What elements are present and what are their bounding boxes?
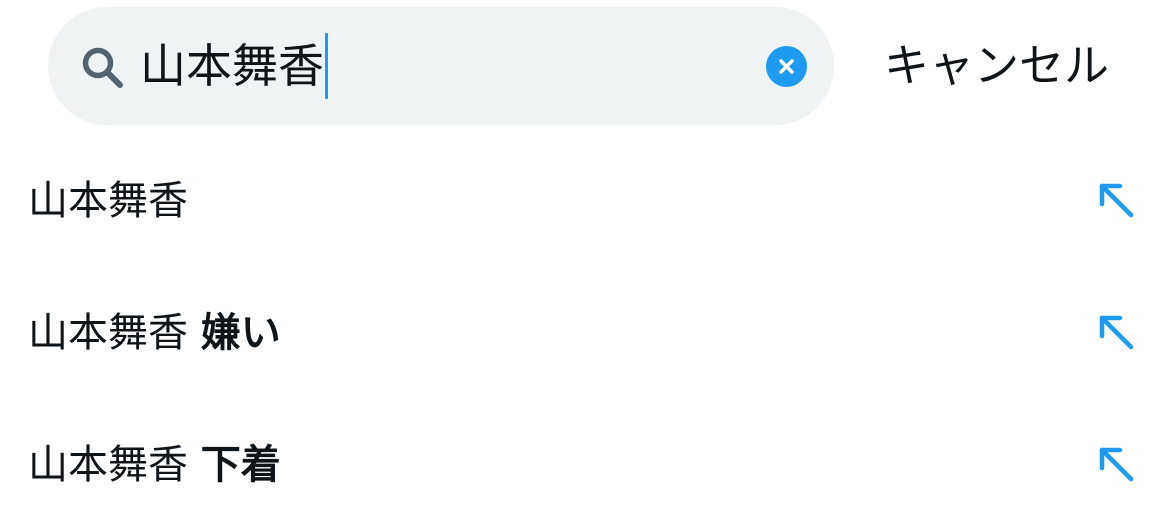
- search-icon: [80, 45, 124, 89]
- suggestion-text: 山本舞香 下着: [28, 435, 281, 495]
- suggestion-item[interactable]: 山本舞香: [0, 135, 1170, 267]
- suggestion-text: 山本舞香: [28, 171, 188, 231]
- suggestion-base: 山本舞香: [28, 442, 188, 488]
- suggestion-list: 山本舞香 山本舞香 嫌い 山本舞香 下着: [0, 135, 1170, 531]
- suggestion-base: 山本舞香: [28, 310, 188, 356]
- arrow-up-left-icon[interactable]: [1094, 442, 1138, 486]
- suggestion-item[interactable]: 山本舞香 下着: [0, 399, 1170, 531]
- suggestion-base: 山本舞香: [28, 178, 188, 224]
- text-caret: [325, 33, 328, 99]
- close-icon: [779, 59, 794, 74]
- arrow-up-left-icon[interactable]: [1094, 310, 1138, 354]
- suggestion-text: 山本舞香 嫌い: [28, 303, 281, 363]
- arrow-up-left-icon[interactable]: [1094, 178, 1138, 222]
- suggestion-completion: 下着: [200, 442, 281, 488]
- search-header: 山本舞香 キャンセル: [0, 0, 1170, 132]
- search-query-text: 山本舞香: [140, 39, 324, 93]
- suggestion-item[interactable]: 山本舞香 嫌い: [0, 267, 1170, 399]
- suggestion-completion: 嫌い: [200, 310, 281, 356]
- search-input[interactable]: 山本舞香: [140, 33, 328, 99]
- clear-search-button[interactable]: [766, 46, 807, 87]
- cancel-button[interactable]: キャンセル: [884, 36, 1109, 96]
